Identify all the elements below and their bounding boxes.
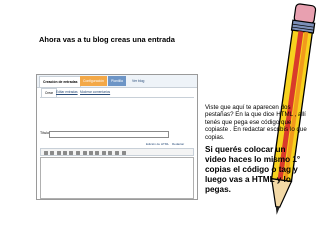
video-instruction-text: Si querés colocar un video haces lo mism… — [205, 145, 301, 194]
tab-redactar[interactable]: Redactar — [171, 141, 185, 147]
title-input[interactable] — [49, 131, 169, 138]
tab-configuracion[interactable]: Configuración — [80, 76, 107, 86]
font-icon[interactable] — [44, 150, 48, 155]
align-center-icon[interactable] — [89, 150, 93, 155]
bold-icon[interactable] — [57, 150, 61, 155]
list-icon[interactable] — [102, 150, 106, 155]
text-color-icon[interactable] — [69, 150, 73, 155]
instruction-text: Viste que aquí te aparecen dos pestañas?… — [205, 104, 307, 141]
slide-title: Ahora vas a tu blog creas una entrada — [39, 35, 175, 44]
editor-toolbar — [40, 148, 194, 156]
tab-plantilla[interactable]: Plantilla — [108, 76, 126, 86]
blogger-subtab-bar: Crear Editar entradas Moderar comentario… — [37, 88, 197, 97]
tab-edicion-html[interactable]: Edición de HTML — [145, 141, 170, 147]
spellcheck-icon[interactable] — [115, 150, 119, 155]
post-body-editor[interactable] — [40, 157, 194, 199]
title-label: Título — [40, 131, 49, 135]
divider — [40, 97, 194, 98]
subtab-moderar-comentarios[interactable]: Moderar comentarios — [77, 88, 113, 96]
quote-icon[interactable] — [108, 150, 112, 155]
tab-creacion-entradas[interactable]: Creación de entradas — [39, 76, 82, 87]
align-right-icon[interactable] — [95, 150, 99, 155]
blogger-editor-screenshot: Creación de entradas Configuración Plant… — [36, 74, 198, 200]
blogger-tab-bar: Creación de entradas Configuración Plant… — [37, 75, 197, 88]
link-icon[interactable] — [76, 150, 80, 155]
align-left-icon[interactable] — [83, 150, 87, 155]
image-icon[interactable] — [122, 150, 126, 155]
font-size-icon[interactable] — [50, 150, 54, 155]
tab-ver-blog[interactable]: Ver blog — [129, 76, 147, 86]
italic-icon[interactable] — [63, 150, 67, 155]
